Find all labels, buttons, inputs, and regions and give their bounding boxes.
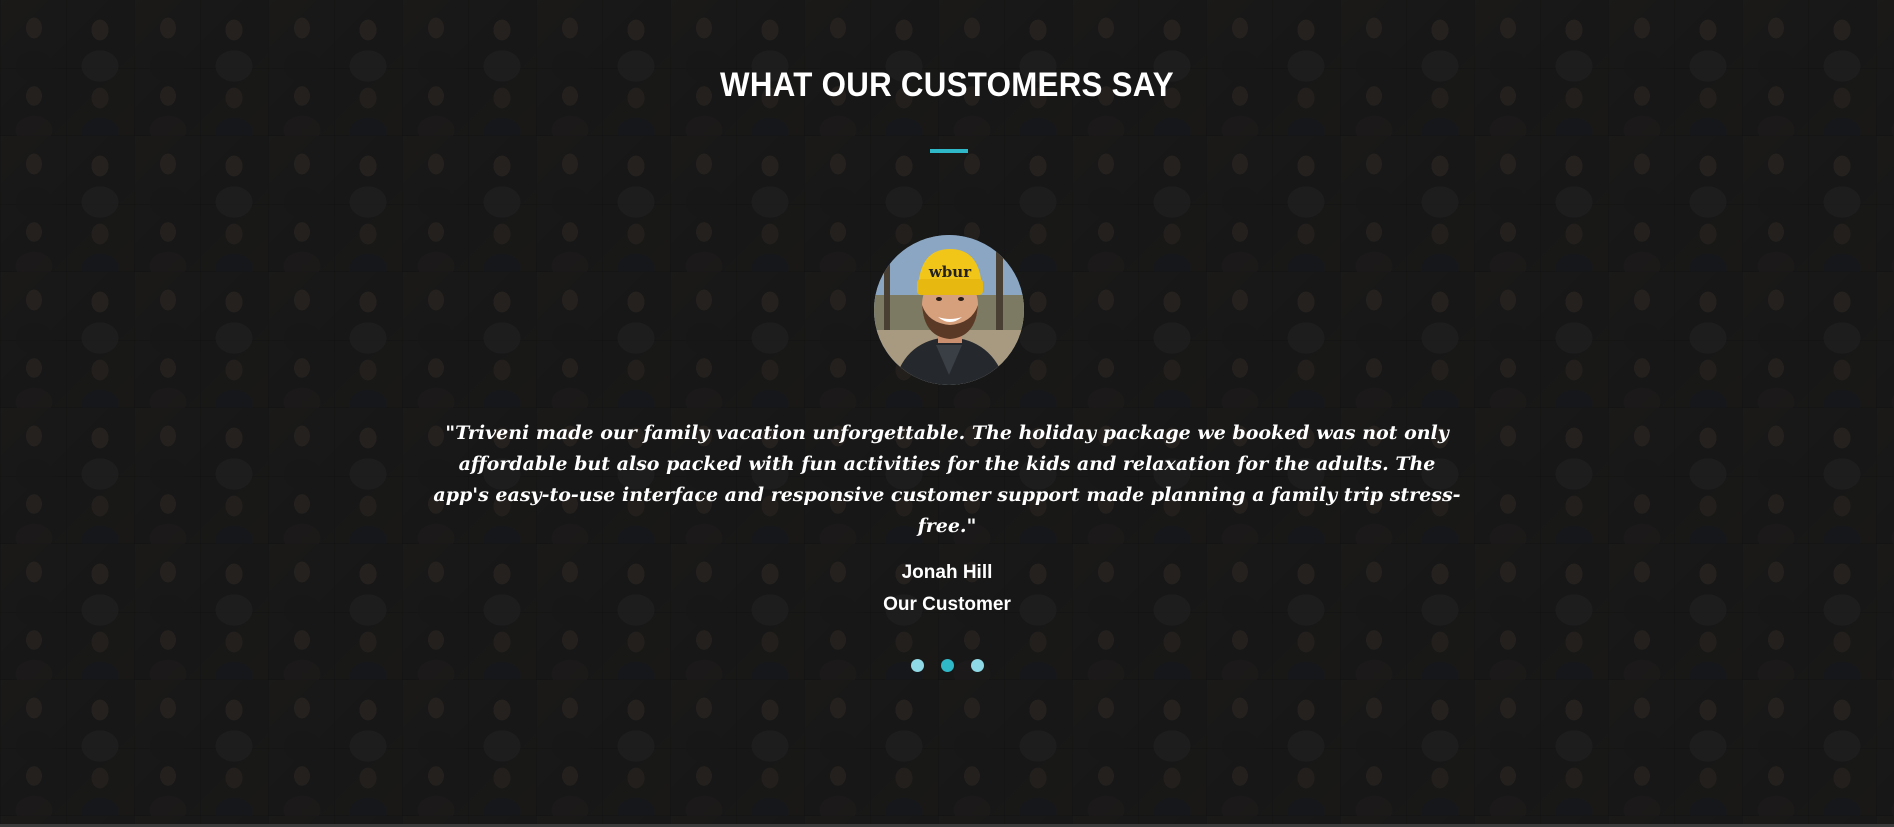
testimonial-quote: "Triveni made our family vacation unforg… bbox=[433, 422, 1461, 537]
carousel-dot-2[interactable] bbox=[940, 659, 954, 672]
testimonials-section: WHAT OUR CUSTOMERS SAY wbur "Triveni mad… bbox=[0, 0, 1894, 827]
section-title: WHAT OUR CUSTOMERS SAY bbox=[720, 66, 1174, 104]
beanie-logo-text: wbur bbox=[928, 263, 972, 281]
customer-name: Jonah Hill bbox=[901, 562, 993, 583]
customer-role: Our Customer bbox=[883, 594, 1011, 615]
carousel-dots bbox=[0, 659, 1894, 672]
testimonials-content: WHAT OUR CUSTOMERS SAY wbur "Triveni mad… bbox=[0, 0, 1894, 827]
carousel-dot-1[interactable] bbox=[910, 659, 924, 672]
title-underline bbox=[930, 149, 968, 153]
customer-avatar: wbur bbox=[874, 235, 1024, 385]
carousel-dot-3[interactable] bbox=[970, 659, 984, 672]
